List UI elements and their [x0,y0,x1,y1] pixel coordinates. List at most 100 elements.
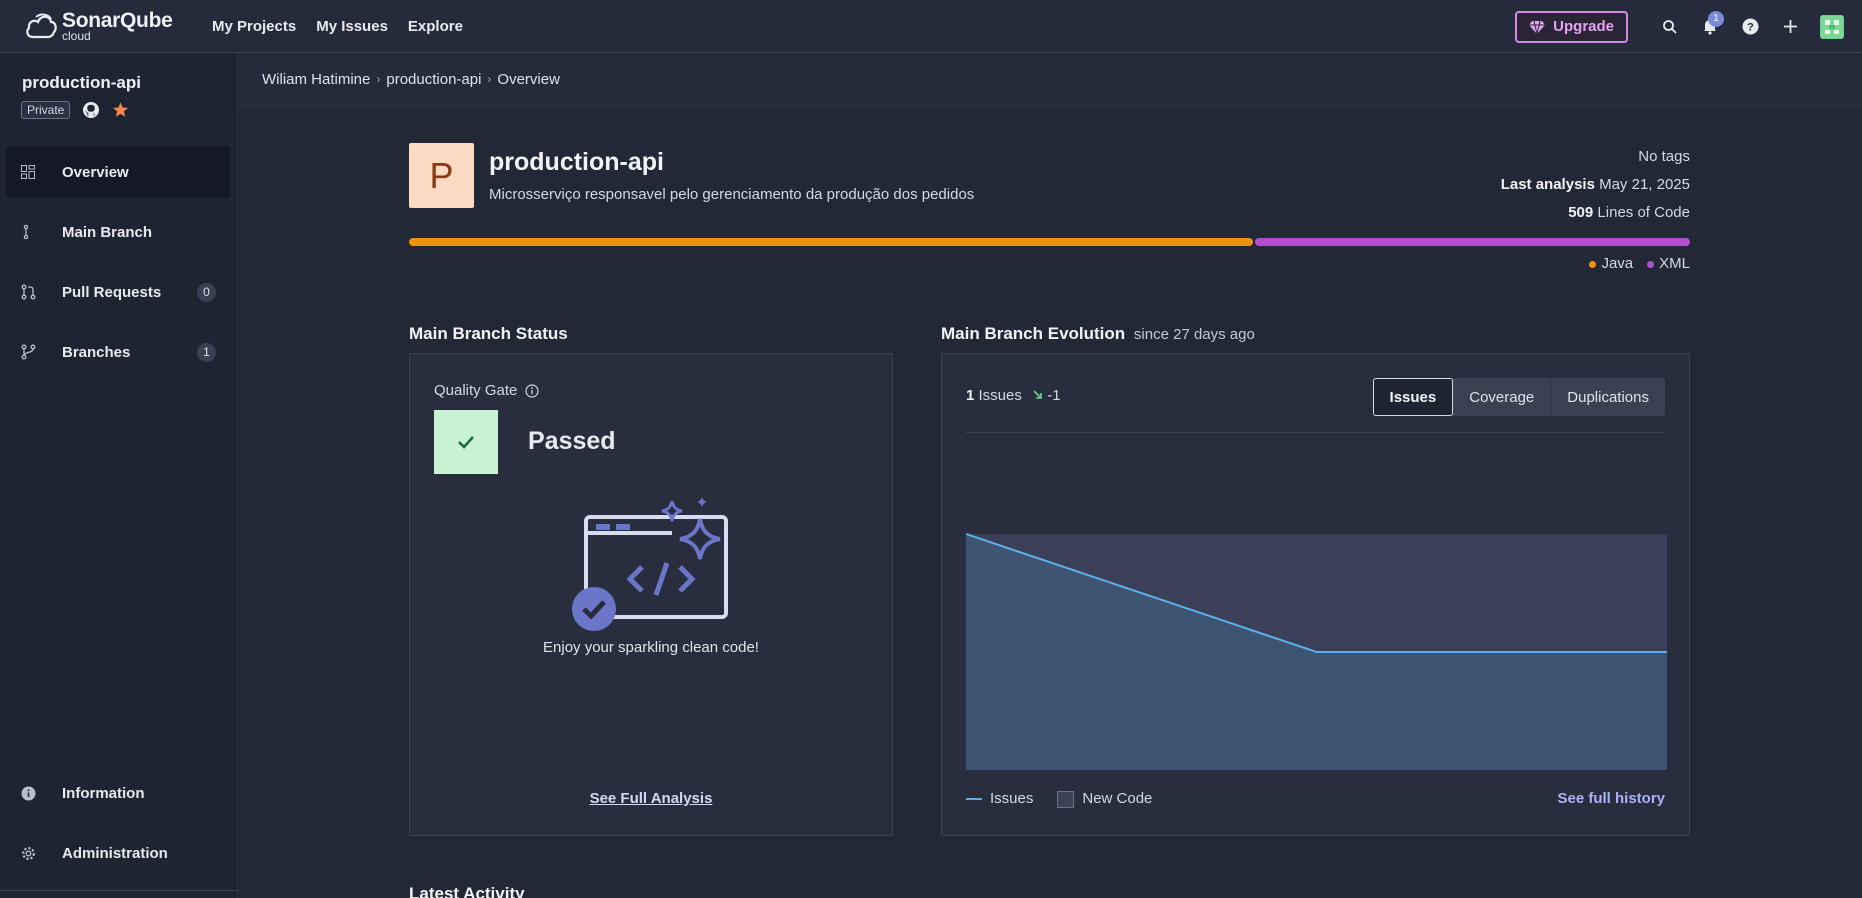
checkmark-icon [458,436,474,449]
branches-icon [21,344,41,360]
upgrade-button[interactable]: Upgrade [1515,10,1628,43]
logo-title: SonarQube [62,9,173,32]
last-analysis: Last analysis May 21, 2025 [1501,171,1690,199]
full-analysis-container: See Full Analysis [410,790,892,807]
breadcrumb-organization[interactable]: Wiliam Hatimine [262,71,370,88]
logo-subtitle: cloud [62,29,91,43]
issues-line-swatch [966,798,982,801]
sidebar-bottom-divider [0,890,238,891]
create-button[interactable] [1770,7,1810,47]
breadcrumb-page: Overview [497,70,560,88]
notification-count-badge: 1 [1708,10,1724,27]
clean-code-message: Enjoy your sparkling clean code! [543,639,759,656]
github-icon[interactable] [82,101,100,119]
last-analysis-date: May 21, 2025 [1599,176,1690,193]
sidebar-item-label: Pull Requests [62,283,162,301]
see-full-analysis-link[interactable]: See Full Analysis [590,790,713,807]
notifications-button[interactable]: 1 [1690,7,1730,47]
language-segment-xml [1255,238,1690,246]
visibility-badge: Private [21,101,71,119]
sidebar-item-administration[interactable]: Administration [6,827,230,879]
dashboard-icon [21,165,41,179]
legend-java-label: Java [1601,255,1634,272]
sidebar-item-label: Main Branch [62,223,153,241]
issues-delta-value: -1 [1047,387,1061,404]
xml-dot-icon [1647,260,1655,268]
pull-requests-count: 0 [197,282,216,302]
page-title: production-api [489,148,664,176]
last-analysis-label: Last analysis [1500,176,1595,193]
evolution-since: since 27 days ago [1133,326,1255,343]
help-button[interactable]: ? [1730,7,1770,47]
legend-java: Java [1589,255,1633,272]
quality-gate-label: Quality Gate [434,382,539,399]
arrow-down-right-icon [1033,390,1042,399]
sidebar-project-name[interactable]: production-api [22,73,141,93]
lines-of-code: 509 Lines of Code [1501,199,1690,227]
legend-xml: XML [1647,255,1690,272]
loc-label: Lines of Code [1597,204,1690,221]
star-icon[interactable] [112,102,129,118]
top-nav-links: My Projects My Issues Explore [212,18,463,35]
quality-gate-status: Passed [528,427,616,455]
issues-count: 1 [966,387,975,404]
sidebar-item-overview[interactable]: Overview [6,146,230,198]
see-full-history-link[interactable]: See full history [1557,790,1665,807]
sidebar-item-branches[interactable]: Branches 1 [6,326,230,378]
sidebar-item-label: Information [62,784,145,802]
user-avatar[interactable] [1820,14,1844,39]
sidebar-item-information[interactable]: Information [6,767,230,819]
chevron-right-icon: › [487,72,492,86]
gem-icon [1529,20,1546,34]
project-tags[interactable]: No tags [1501,143,1690,171]
tab-issues[interactable]: Issues [1372,378,1454,416]
branches-count: 1 [197,342,216,362]
language-distribution-bar [409,238,1690,246]
sidebar-item-main-branch[interactable]: Main Branch [6,206,230,258]
legend-new-code-label: New Code [1082,790,1153,807]
project-sidebar: production-api Private Overview Main Bra… [0,53,238,898]
issues-label: Issues [978,387,1022,404]
clean-code-illustration [572,497,732,640]
svg-text:?: ? [1747,22,1754,34]
evolution-section-title: Main Branch Evolution since 27 days ago [941,324,1255,344]
tab-coverage[interactable]: Coverage [1453,378,1552,416]
issues-evolution-chart [966,533,1667,770]
status-section-title: Main Branch Status [409,324,568,343]
avatar-pattern-icon [1821,15,1843,38]
chart-legend: Issues New Code [966,790,1152,808]
java-dot-icon [1589,260,1597,268]
legend-issues: Issues [966,790,1033,807]
quality-gate-status-icon [434,410,498,474]
nav-my-projects[interactable]: My Projects [212,18,296,35]
language-legend: Java XML [1589,255,1690,272]
new-code-swatch [1057,790,1075,808]
breadcrumb: Wiliam Hatimine › production-api › Overv… [238,53,1862,106]
help-icon: ? [1742,18,1758,35]
evolution-card: 1 Issues -1 Issues Coverage Duplications… [941,353,1690,836]
pull-request-icon [21,284,41,300]
legend-new-code: New Code [1043,790,1152,808]
sidebar-project-meta: Private [21,101,129,119]
quality-gate-card: Quality Gate Passed Enjoy your sparkling… [409,353,893,836]
search-button[interactable] [1650,7,1690,47]
sonarqube-logo[interactable]: SonarQube cloud [24,10,212,42]
evolution-title-text: Main Branch Evolution [941,324,1126,343]
legend-xml-label: XML [1659,255,1690,272]
issues-delta: -1 [1032,387,1061,404]
project-avatar: P [409,143,474,208]
sidebar-item-label: Branches [62,343,131,361]
upgrade-label: Upgrade [1553,18,1614,35]
sidebar-item-pull-requests[interactable]: Pull Requests 0 [6,266,230,318]
loc-value: 509 [1568,204,1594,221]
breadcrumb-project[interactable]: production-api [386,71,481,88]
nav-explore[interactable]: Explore [408,18,463,35]
sidebar-item-label: Overview [62,163,129,181]
tab-duplications[interactable]: Duplications [1551,378,1665,416]
search-icon [1663,19,1677,34]
nav-my-issues[interactable]: My Issues [316,18,388,35]
latest-activity-title: Latest Activity [409,884,525,898]
metric-toggle: Issues Coverage Duplications [1372,378,1665,416]
issues-summary: 1 Issues -1 [966,387,1061,404]
info-icon[interactable] [525,383,539,398]
